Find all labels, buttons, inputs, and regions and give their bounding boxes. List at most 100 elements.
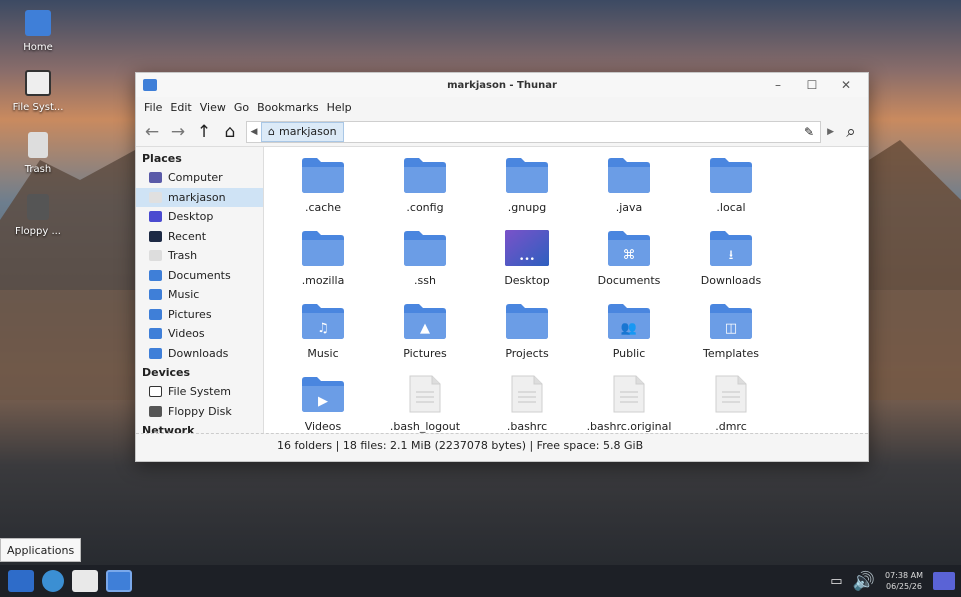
- applications-tooltip: Applications: [0, 538, 82, 562]
- documents-icon: [149, 269, 162, 281]
- sidebar-item-label: markjason: [168, 190, 226, 204]
- menu-go[interactable]: Go: [230, 101, 253, 114]
- breadcrumb-home[interactable]: ⌂ markjason: [261, 121, 344, 142]
- clock[interactable]: 07:38 AM 06/25/26: [885, 570, 923, 592]
- file-item[interactable]: ▲ Pictures: [374, 301, 476, 374]
- drive-icon: [25, 70, 51, 96]
- file-item[interactable]: ♫ Music: [272, 301, 374, 374]
- folder-icon: ⌘: [608, 231, 650, 266]
- desktop-home-icon[interactable]: Home: [8, 10, 68, 53]
- sidebar-item-file-system[interactable]: File System: [136, 382, 263, 402]
- toolbar: ← → ↑ ⌂ ◀ ⌂ markjason ✎ ▶ ⌕: [136, 117, 868, 147]
- file-item[interactable]: ◫ Templates: [680, 301, 782, 374]
- folder-icon: 👥: [608, 304, 650, 339]
- music-icon: [149, 289, 162, 301]
- trash-icon: [28, 132, 48, 158]
- file-item[interactable]: Projects: [476, 301, 578, 374]
- file-manager-icon[interactable]: [72, 570, 98, 592]
- file-item[interactable]: .ssh: [374, 228, 476, 301]
- file-name: .bash_logout: [389, 420, 461, 433]
- file-item[interactable]: .mozilla: [272, 228, 374, 301]
- file-item[interactable]: 👥 Public: [578, 301, 680, 374]
- folder-icon: ◫: [710, 304, 752, 339]
- file-item[interactable]: .cache: [272, 155, 374, 228]
- menu-edit[interactable]: Edit: [166, 101, 195, 114]
- path-scroll-left-icon[interactable]: ◀: [247, 127, 261, 137]
- thunar-task-button[interactable]: [106, 570, 132, 592]
- file-name: .mozilla: [301, 274, 345, 287]
- path-scroll-right-icon[interactable]: ▶: [827, 127, 834, 137]
- file-item[interactable]: ••• Desktop: [476, 228, 578, 301]
- file-item[interactable]: .bashrc: [476, 374, 578, 447]
- svg-text:👥: 👥: [621, 321, 637, 336]
- sidebar-header-network[interactable]: Network: [136, 421, 263, 433]
- home-folder-icon: [25, 10, 51, 36]
- file-name: Templates: [703, 347, 759, 360]
- title-bar[interactable]: markjason - Thunar – ☐ ✕: [136, 73, 868, 97]
- desktop-trash-icon[interactable]: Trash: [8, 132, 68, 175]
- file-item[interactable]: ⭳ Downloads: [680, 228, 782, 301]
- breadcrumb-label: markjason: [278, 125, 337, 138]
- sidebar-item-videos[interactable]: Videos: [136, 324, 263, 344]
- search-icon[interactable]: ⌕: [840, 122, 862, 142]
- desktop-floppy-icon[interactable]: Floppy ...: [8, 194, 68, 237]
- file-name: Pictures: [403, 347, 447, 360]
- sidebar-item-trash[interactable]: Trash: [136, 246, 263, 266]
- show-desktop-button[interactable]: [933, 572, 955, 590]
- sidebar-item-label: File System: [168, 385, 231, 399]
- file-name: .bashrc.original: [586, 420, 672, 433]
- sidebar-item-floppy-disk[interactable]: Floppy Disk: [136, 402, 263, 422]
- file-item[interactable]: ▶ Videos: [272, 374, 374, 447]
- file-item[interactable]: .dmrc: [680, 374, 782, 447]
- file-item[interactable]: .java: [578, 155, 680, 228]
- up-icon[interactable]: ↑: [194, 122, 214, 142]
- workspace-icon[interactable]: ▭: [830, 574, 842, 589]
- sidebar-header-places[interactable]: Places: [136, 149, 263, 168]
- file-item[interactable]: .local: [680, 155, 782, 228]
- file-item[interactable]: ⌘ Documents: [578, 228, 680, 301]
- volume-icon[interactable]: 🔊: [853, 571, 875, 592]
- sidebar-item-markjason[interactable]: markjason: [136, 187, 263, 207]
- folder-icon: [302, 231, 344, 266]
- file-item[interactable]: .bash_logout: [374, 374, 476, 447]
- desktop-icon-label: File Syst...: [12, 102, 64, 113]
- downloads-icon: [149, 347, 162, 359]
- applications-menu-icon[interactable]: [8, 570, 34, 592]
- sidebar-item-label: Pictures: [168, 307, 212, 321]
- svg-text:▶: ▶: [318, 394, 328, 409]
- maximize-button[interactable]: ☐: [796, 78, 828, 92]
- sidebar-item-pictures[interactable]: Pictures: [136, 305, 263, 325]
- file-item[interactable]: .gnupg: [476, 155, 578, 228]
- home-icon[interactable]: ⌂: [220, 122, 240, 142]
- sidebar-header-devices[interactable]: Devices: [136, 363, 263, 382]
- sidebar-item-music[interactable]: Music: [136, 285, 263, 305]
- forward-icon[interactable]: →: [168, 122, 188, 142]
- edit-location-icon[interactable]: ✎: [804, 125, 814, 139]
- desktop-icon-label: Trash: [24, 164, 52, 175]
- file-name: .gnupg: [507, 201, 547, 214]
- window-title: markjason - Thunar: [447, 79, 557, 91]
- minimize-button[interactable]: –: [762, 78, 794, 92]
- menu-help[interactable]: Help: [323, 101, 356, 114]
- menu-bookmarks[interactable]: Bookmarks: [253, 101, 322, 114]
- browser-icon[interactable]: [42, 570, 64, 592]
- file-name: .bashrc: [506, 420, 548, 433]
- folder-icon: [608, 158, 650, 193]
- sidebar-item-computer[interactable]: Computer: [136, 168, 263, 188]
- menu-file[interactable]: File: [140, 101, 166, 114]
- file-name: Projects: [505, 347, 549, 360]
- sidebar-item-downloads[interactable]: Downloads: [136, 344, 263, 364]
- menu-view[interactable]: View: [196, 101, 230, 114]
- close-button[interactable]: ✕: [830, 78, 862, 92]
- sidebar-item-documents[interactable]: Documents: [136, 266, 263, 286]
- file-item[interactable]: .config: [374, 155, 476, 228]
- back-icon[interactable]: ←: [142, 122, 162, 142]
- sidebar-item-desktop[interactable]: Desktop: [136, 207, 263, 227]
- file-item[interactable]: .bashrc.original: [578, 374, 680, 447]
- folder-icon: [404, 158, 446, 193]
- desktop-filesystem-icon[interactable]: File Syst...: [8, 70, 68, 113]
- folder-icon: [404, 231, 446, 266]
- text-file-icon: [511, 375, 543, 413]
- svg-text:◫: ◫: [725, 321, 737, 336]
- sidebar-item-recent[interactable]: Recent: [136, 227, 263, 247]
